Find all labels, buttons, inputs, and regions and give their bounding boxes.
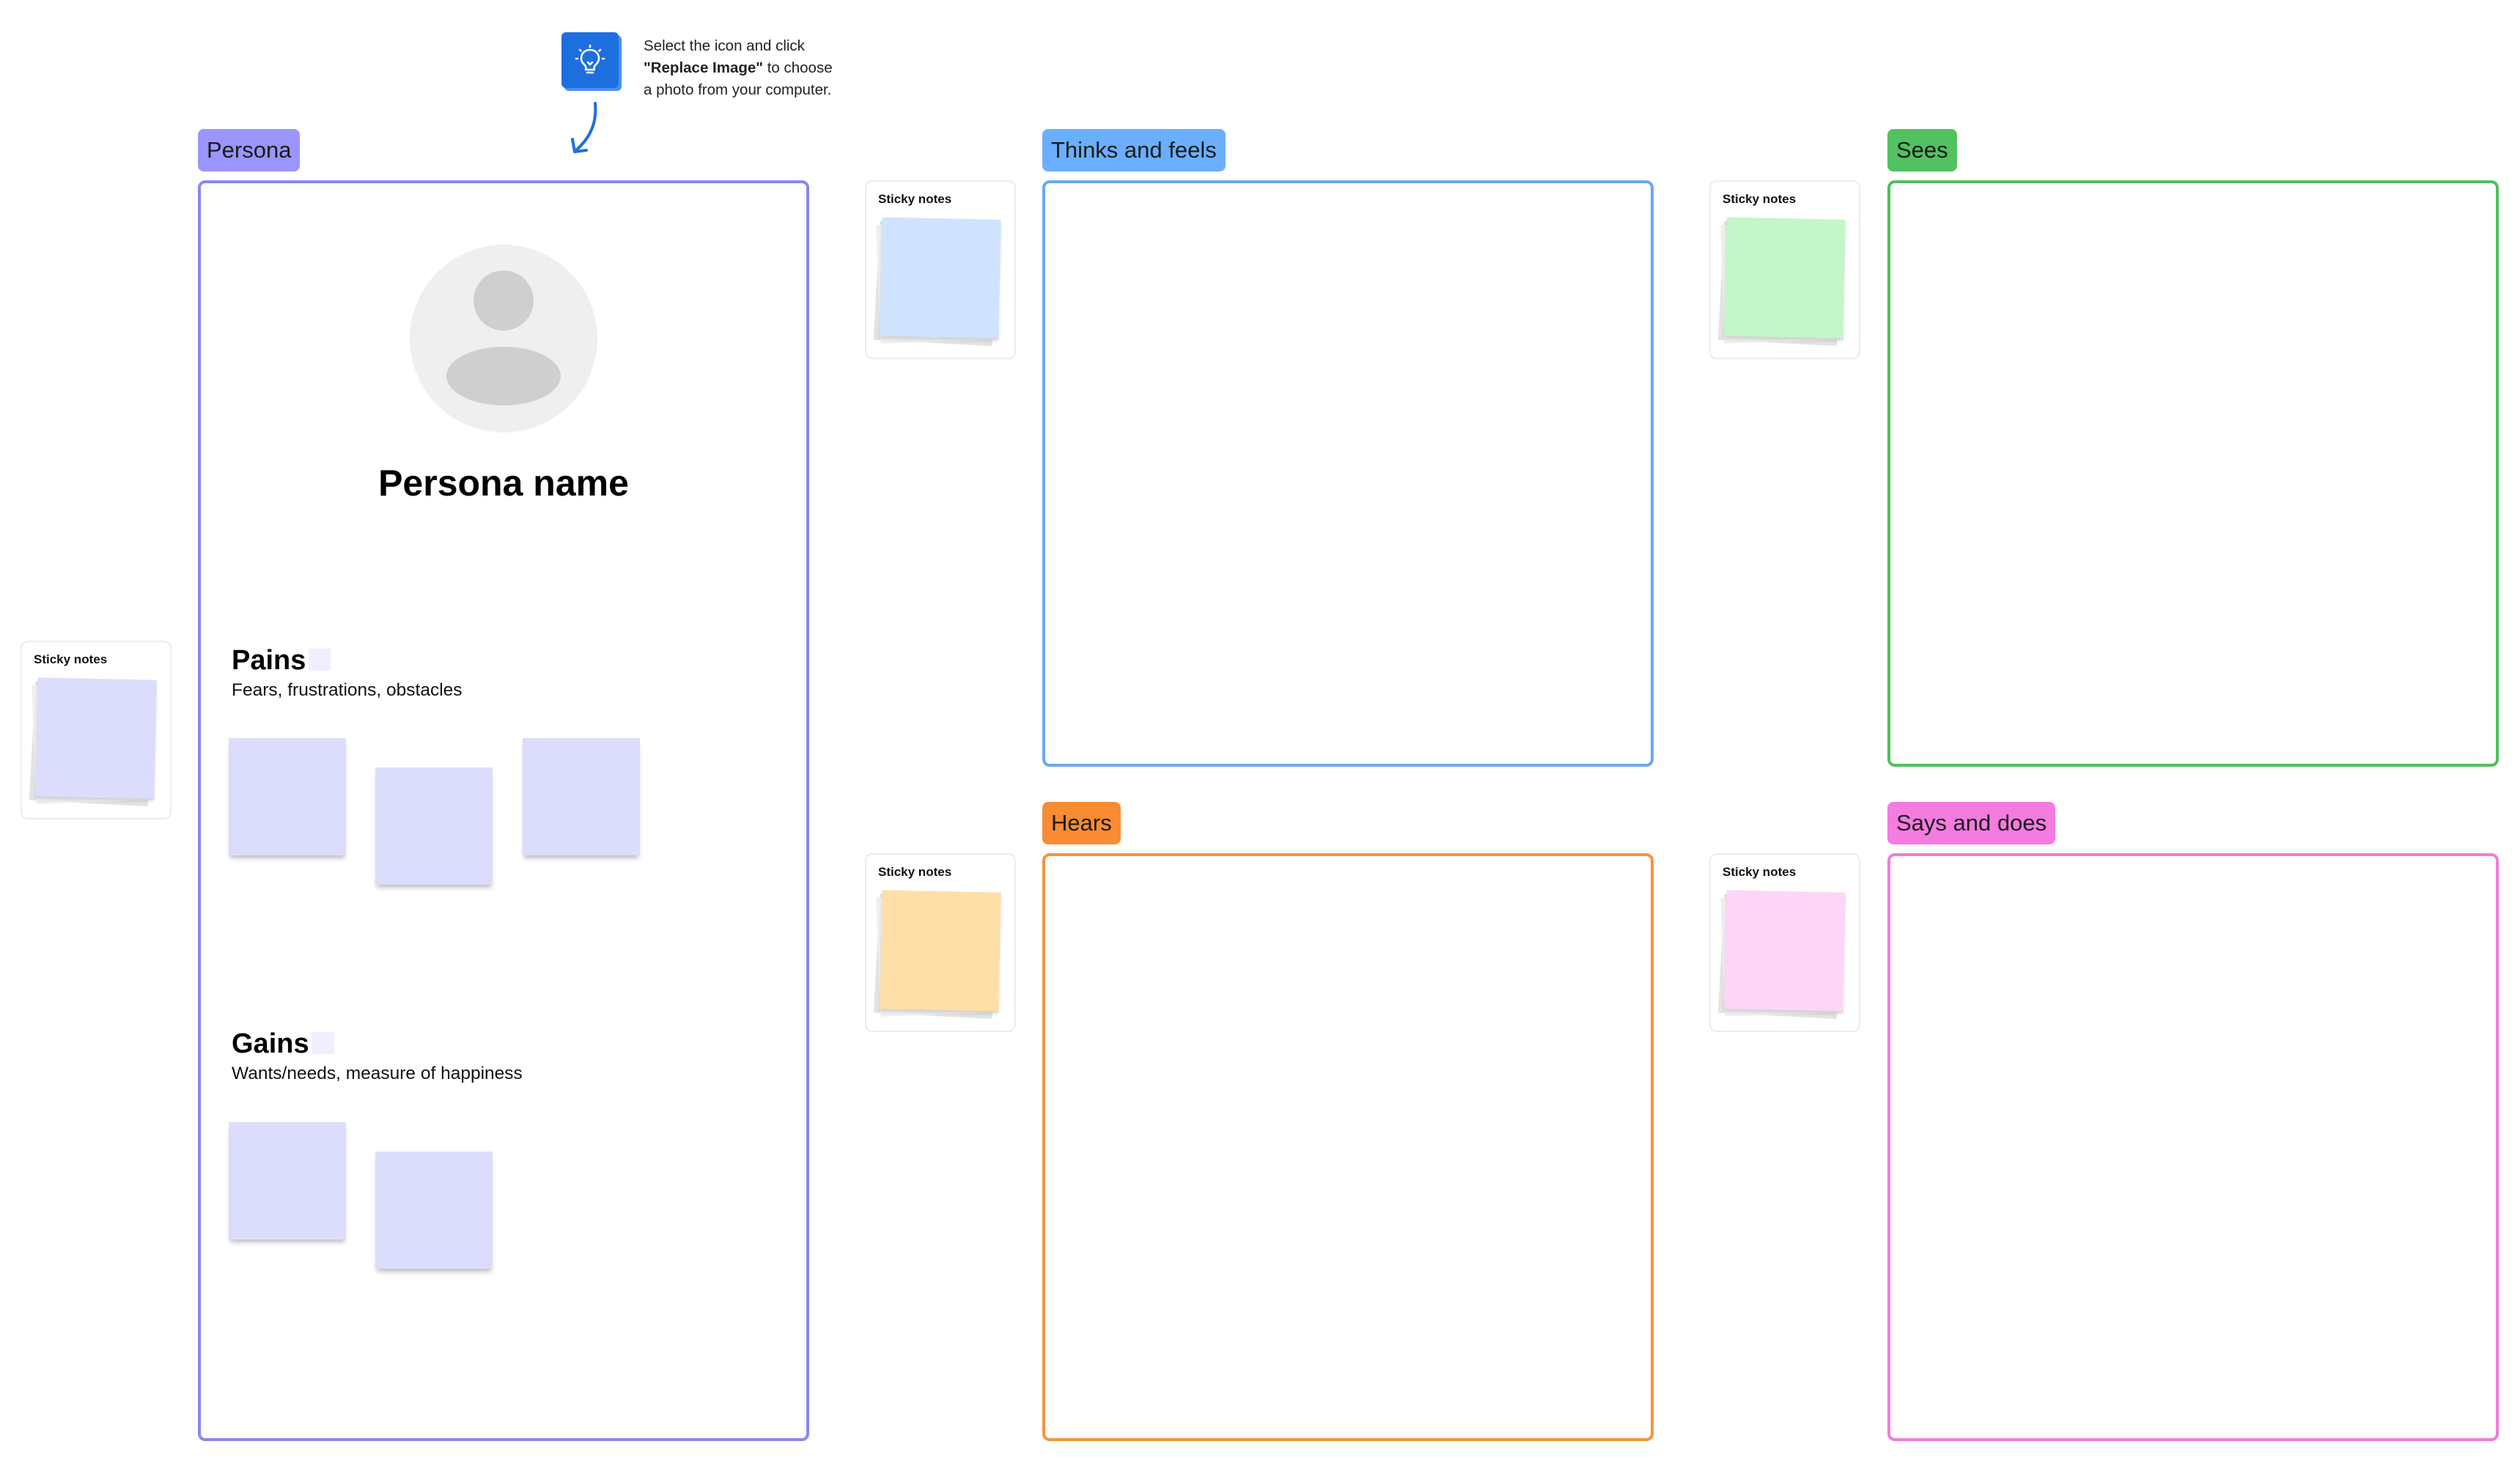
thinks-and-feels-label[interactable]: Thinks and feels — [1042, 129, 1226, 172]
persona-name[interactable]: Persona name — [198, 462, 809, 504]
hears-label[interactable]: Hears — [1042, 802, 1121, 844]
pains-title[interactable]: Pains — [232, 645, 306, 676]
sticky-notes-stack-pink[interactable]: Sticky notes — [1709, 853, 1860, 1032]
hint-replace-image: "Replace Image" — [644, 59, 764, 76]
pains-heading: Pains — [232, 645, 331, 677]
hears-frame[interactable] — [1042, 853, 1654, 1441]
sticky-notes-stack-blue[interactable]: Sticky notes — [865, 180, 1016, 359]
gains-subtitle[interactable]: Wants/needs, measure of happiness — [232, 1064, 523, 1084]
sticky-notes-label: Sticky notes — [1723, 192, 1797, 206]
hint-line-2-rest: to choose — [763, 59, 833, 76]
sticky-paper-top — [35, 677, 157, 799]
gains-heading: Gains — [232, 1028, 334, 1060]
sees-frame[interactable] — [1887, 180, 2499, 767]
gains-title[interactable]: Gains — [232, 1028, 309, 1059]
sticky-notes-label: Sticky notes — [1723, 865, 1797, 879]
persona-avatar[interactable] — [410, 245, 597, 432]
sees-label[interactable]: Sees — [1887, 129, 1957, 172]
sticky-notes-label: Sticky notes — [878, 192, 952, 206]
gains-sticky-note[interactable] — [375, 1152, 493, 1269]
gains-sticky-note[interactable] — [229, 1122, 346, 1240]
pains-title-marker — [309, 649, 331, 671]
pains-subtitle[interactable]: Fears, frustrations, obstacles — [232, 680, 463, 701]
sticky-paper-top — [880, 890, 1001, 1012]
hint-line-3: a photo from your computer. — [644, 81, 832, 98]
persona-label[interactable]: Persona — [198, 129, 301, 172]
sticky-paper-top — [1724, 890, 1846, 1012]
avatar-head-shape — [474, 270, 534, 331]
sticky-notes-stack-purple[interactable]: Sticky notes — [21, 641, 172, 819]
gains-title-marker — [312, 1032, 334, 1054]
lightbulb-icon[interactable] — [561, 32, 619, 88]
hint-line-2: "Replace Image" to choose — [644, 57, 907, 79]
sticky-notes-stack-green[interactable]: Sticky notes — [1709, 180, 1860, 359]
sticky-notes-label: Sticky notes — [878, 865, 952, 879]
says-and-does-frame[interactable] — [1887, 853, 2499, 1441]
says-and-does-label[interactable]: Says and does — [1887, 802, 2056, 844]
pains-sticky-note[interactable] — [523, 738, 640, 855]
sticky-paper-top — [1724, 217, 1846, 339]
pains-sticky-note[interactable] — [375, 767, 493, 885]
sticky-notes-label: Sticky notes — [34, 652, 108, 666]
avatar-body-shape — [446, 347, 561, 405]
sticky-paper-top — [880, 217, 1001, 339]
hint-line-1: Select the icon and click — [644, 37, 805, 54]
thinks-and-feels-frame[interactable] — [1042, 180, 1654, 767]
curved-arrow-icon — [571, 102, 597, 153]
sticky-notes-stack-orange[interactable]: Sticky notes — [865, 853, 1016, 1032]
pains-sticky-note[interactable] — [229, 738, 346, 855]
hint-text: Select the icon and click "Replace Image… — [644, 35, 907, 101]
